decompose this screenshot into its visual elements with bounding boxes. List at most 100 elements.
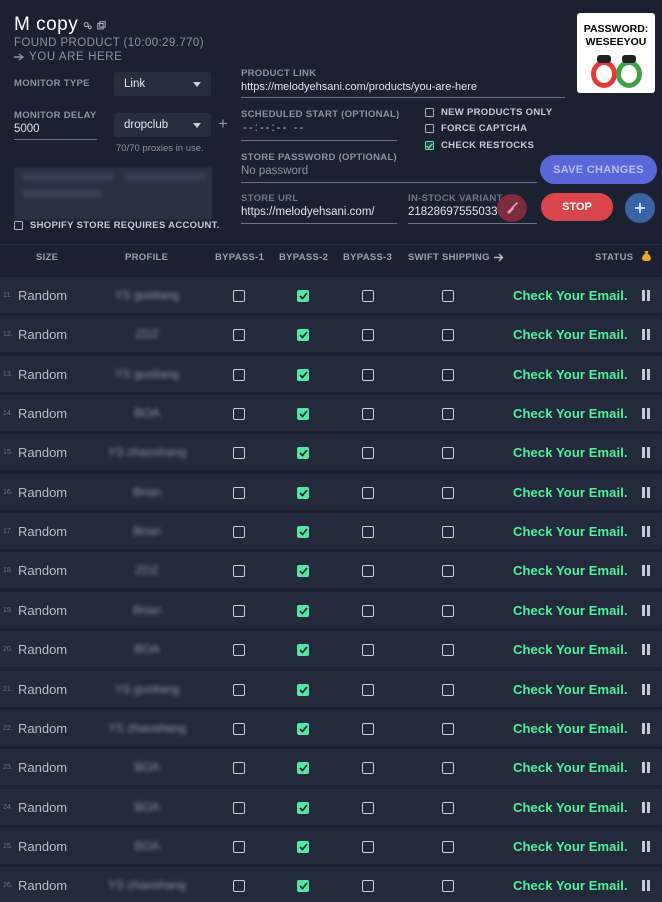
checkbox-checked[interactable] (425, 141, 434, 150)
proxy-select[interactable]: dropclub (114, 113, 211, 137)
table-row[interactable]: 23. Random BOA Check Your Email. (0, 749, 662, 786)
pause-icon[interactable] (641, 801, 651, 813)
table-row[interactable]: 20. Random BOA Check Your Email. (0, 631, 662, 668)
scheduled-start-input[interactable]: --:--:-- -- (243, 122, 305, 134)
row-profile[interactable]: Brian (87, 603, 207, 617)
shopify-requires-account-option[interactable]: SHOPIFY STORE REQUIRES ACCOUNT. (14, 220, 220, 231)
bypass1-checkbox[interactable] (233, 408, 245, 421)
row-profile[interactable]: YS guoliang (87, 288, 207, 302)
row-profile[interactable]: YS zhaoshang (87, 445, 207, 459)
store-url-input[interactable]: https://melodyehsani.com/ (241, 206, 375, 218)
swift-checkbox[interactable] (442, 840, 454, 853)
bypass3-checkbox[interactable] (362, 290, 374, 302)
table-row[interactable]: 24. Random BOA Check Your Email. (0, 788, 662, 825)
bypass2-checkbox[interactable] (297, 762, 309, 775)
bypass2-checkbox[interactable] (297, 880, 309, 893)
pause-icon[interactable] (641, 290, 651, 301)
pause-icon[interactable] (641, 840, 651, 852)
bypass3-checkbox[interactable] (362, 880, 374, 893)
bypass2-checkbox[interactable] (297, 565, 309, 578)
bypass1-checkbox[interactable] (233, 801, 245, 814)
row-size[interactable]: Random (18, 642, 67, 657)
bypass2-checkbox[interactable] (297, 408, 309, 421)
row-size[interactable]: Random (18, 603, 67, 618)
monitor-type-select[interactable]: Link (114, 72, 211, 96)
in-stock-variant-input[interactable]: 21828697555033 (408, 206, 498, 218)
row-size[interactable]: Random (18, 367, 67, 382)
row-size[interactable]: Random (18, 406, 67, 421)
pause-icon[interactable] (641, 565, 651, 577)
bypass3-checkbox[interactable] (362, 486, 374, 499)
force-captcha-option[interactable]: FORCE CAPTCHA (425, 123, 527, 134)
row-size[interactable]: Random (18, 721, 67, 736)
table-row[interactable]: 12. Random ZDZ Check Your Email. (0, 316, 662, 353)
bypass3-checkbox[interactable] (362, 683, 374, 696)
table-row[interactable]: 22. Random YS zhaoshang Check Your Email. (0, 709, 662, 746)
bypass3-checkbox[interactable] (362, 722, 374, 735)
table-row[interactable]: 14. Random BOA Check Your Email. (0, 395, 662, 432)
row-profile[interactable]: BOA (87, 760, 207, 774)
row-profile[interactable]: BOA (87, 642, 207, 656)
bypass2-checkbox[interactable] (297, 604, 309, 617)
swift-checkbox[interactable] (442, 801, 454, 814)
pause-icon[interactable] (641, 722, 651, 734)
column-header-profile[interactable]: PROFILE (125, 252, 168, 263)
bypass2-checkbox[interactable] (297, 840, 309, 853)
bypass1-checkbox[interactable] (233, 840, 245, 853)
swift-checkbox[interactable] (442, 604, 454, 617)
pause-icon[interactable] (641, 486, 651, 498)
bypass3-checkbox[interactable] (362, 329, 374, 342)
bypass1-checkbox[interactable] (233, 644, 245, 657)
table-row[interactable]: 18. Random ZDZ Check Your Email. (0, 552, 662, 589)
bypass1-checkbox[interactable] (233, 329, 245, 342)
row-size[interactable]: Random (18, 800, 67, 815)
store-password-input[interactable]: No password (241, 165, 308, 177)
bypass1-checkbox[interactable] (233, 762, 245, 775)
bypass2-checkbox[interactable] (297, 290, 309, 302)
swift-checkbox[interactable] (442, 290, 454, 302)
pause-icon[interactable] (641, 644, 651, 656)
bypass2-checkbox[interactable] (297, 683, 309, 696)
bypass2-checkbox[interactable] (297, 447, 309, 460)
row-profile[interactable]: YS zhaoshang (87, 878, 207, 892)
pause-icon[interactable] (641, 762, 651, 774)
row-size[interactable]: Random (18, 485, 67, 500)
bypass3-checkbox[interactable] (362, 526, 374, 539)
row-profile[interactable]: Brian (87, 485, 207, 499)
column-header-swift[interactable]: SWIFT SHIPPING (408, 252, 504, 263)
swift-checkbox[interactable] (442, 722, 454, 735)
column-header-bypass3[interactable]: BYPASS-3 (343, 252, 392, 263)
row-profile[interactable]: BOA (87, 406, 207, 420)
pause-icon[interactable] (641, 683, 651, 695)
bypass3-checkbox[interactable] (362, 762, 374, 775)
pause-icon[interactable] (641, 408, 651, 420)
row-profile[interactable]: Brian (87, 524, 207, 538)
bypass1-checkbox[interactable] (233, 447, 245, 460)
stop-button[interactable]: STOP (541, 193, 613, 221)
money-bag-icon[interactable] (641, 250, 652, 262)
bypass2-checkbox[interactable] (297, 526, 309, 539)
row-size[interactable]: Random (18, 878, 67, 893)
add-proxy-icon[interactable]: + (218, 114, 228, 134)
table-row[interactable]: 16. Random Brian Check Your Email. (0, 473, 662, 510)
swift-checkbox[interactable] (442, 447, 454, 460)
bypass1-checkbox[interactable] (233, 565, 245, 578)
row-size[interactable]: Random (18, 839, 67, 854)
bypass3-checkbox[interactable] (362, 565, 374, 578)
bypass3-checkbox[interactable] (362, 447, 374, 460)
bypass3-checkbox[interactable] (362, 801, 374, 814)
clear-broom-button[interactable] (497, 194, 527, 222)
swift-checkbox[interactable] (442, 408, 454, 421)
pause-icon[interactable] (641, 368, 651, 380)
table-row[interactable]: 15. Random YS zhaoshang Check Your Email. (0, 434, 662, 471)
bypass2-checkbox[interactable] (297, 368, 309, 381)
pause-icon[interactable] (641, 447, 651, 459)
table-row[interactable]: 17. Random Brian Check Your Email. (0, 513, 662, 550)
row-profile[interactable]: YS guoliang (87, 367, 207, 381)
checkbox-unchecked[interactable] (425, 108, 434, 117)
bypass3-checkbox[interactable] (362, 644, 374, 657)
bypass3-checkbox[interactable] (362, 840, 374, 853)
table-row[interactable]: 13. Random YS guoliang Check Your Email. (0, 355, 662, 392)
bypass2-checkbox[interactable] (297, 644, 309, 657)
pause-icon[interactable] (641, 880, 651, 892)
